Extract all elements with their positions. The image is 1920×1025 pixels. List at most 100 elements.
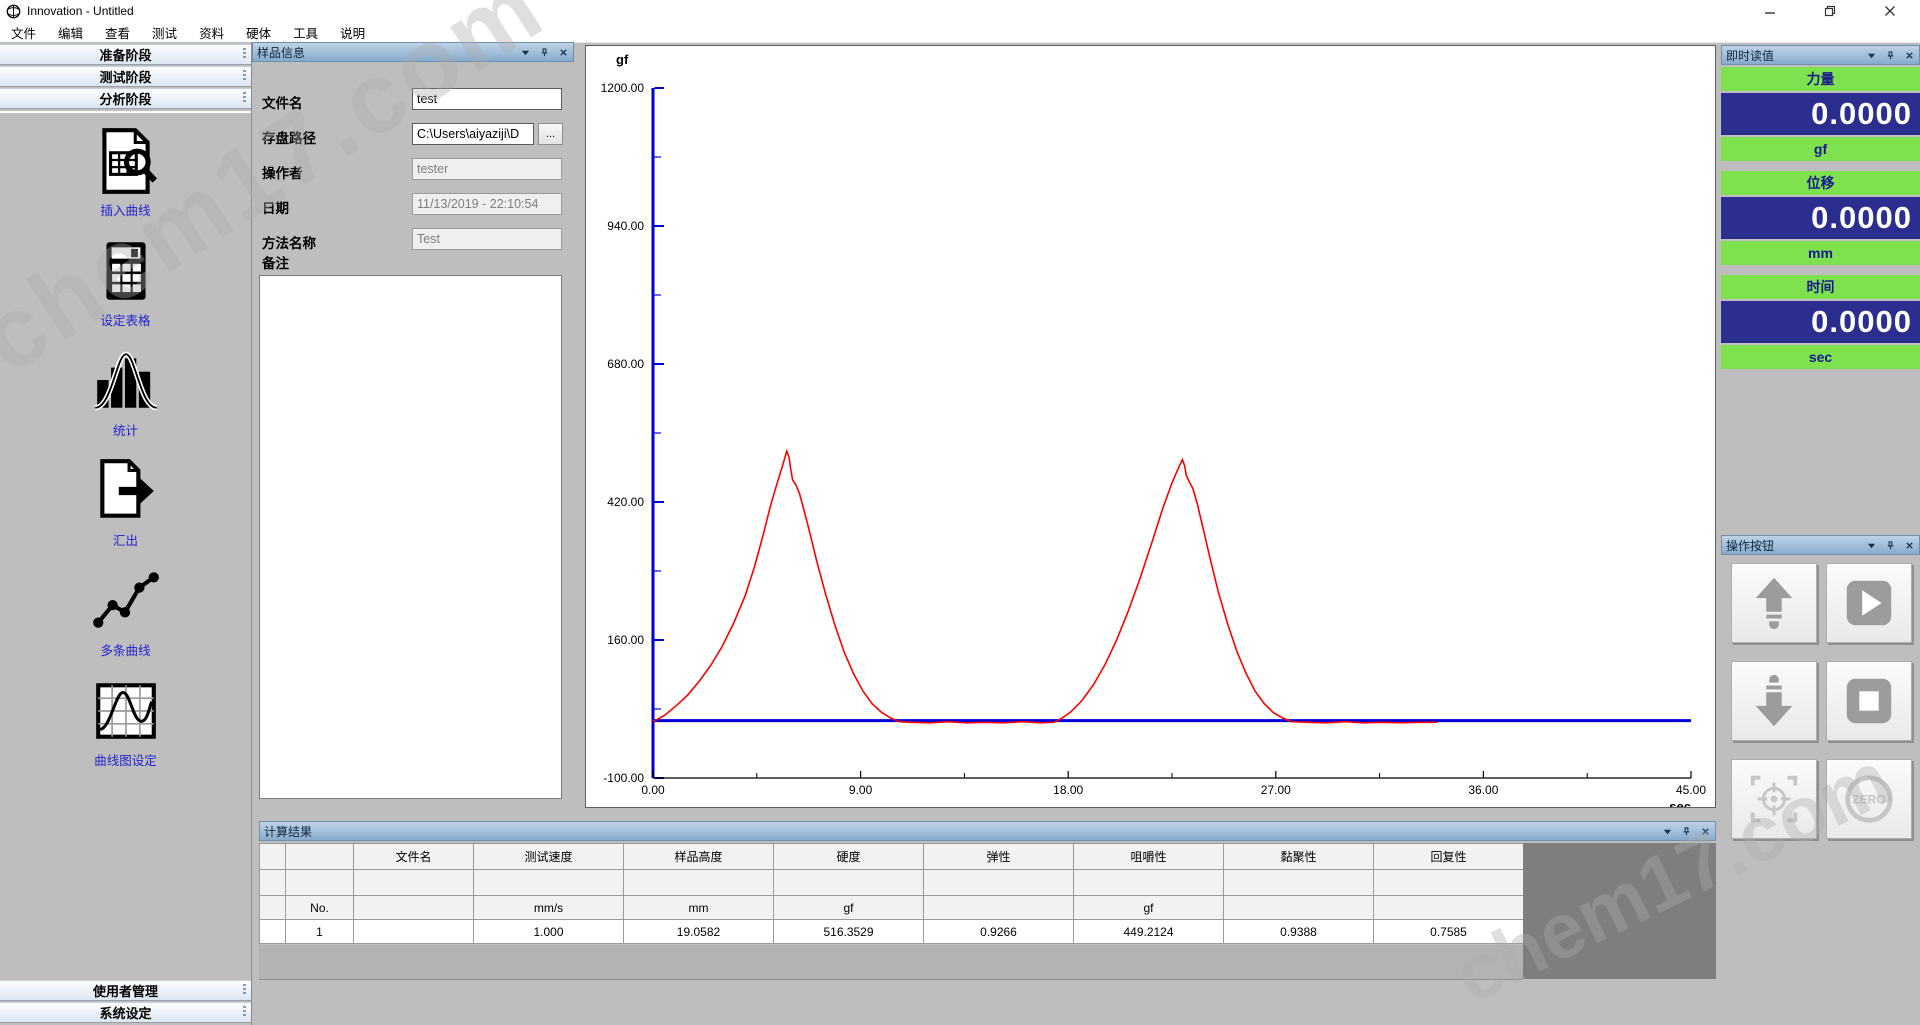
data-cell[interactable]: 1.000 bbox=[474, 920, 624, 944]
stage-button-使用者管理[interactable]: 使用者管理 bbox=[0, 980, 251, 1001]
x-tick-label: 27.00 bbox=[1261, 783, 1291, 797]
tool-set-table[interactable]: 设定表格 bbox=[0, 235, 251, 329]
pin-panel-button[interactable] bbox=[1884, 49, 1896, 61]
data-cell[interactable]: 449.2124 bbox=[1074, 920, 1224, 944]
menu-item-编辑[interactable]: 编辑 bbox=[47, 21, 94, 44]
close-panel-button[interactable] bbox=[557, 46, 569, 58]
dropdown-panel-button[interactable] bbox=[519, 46, 531, 58]
stage-label: 准备阶段 bbox=[99, 45, 151, 64]
tool-curve-settings[interactable]: 曲线图设定 bbox=[0, 675, 251, 769]
minimize-button[interactable] bbox=[1740, 0, 1800, 22]
close-panel-button[interactable] bbox=[1699, 825, 1711, 837]
reading-sec: 时间0.0000sec bbox=[1721, 275, 1920, 377]
stage-label: 测试阶段 bbox=[99, 67, 151, 86]
run-button[interactable] bbox=[1826, 563, 1912, 643]
browse-button[interactable]: ... bbox=[538, 123, 563, 145]
chart-svg: 1200.00940.00680.00420.00160.00-100.000.… bbox=[586, 46, 1715, 807]
result-cell bbox=[774, 870, 924, 896]
results-title: 计算结果 bbox=[264, 823, 1661, 840]
grip-dots-icon bbox=[243, 70, 246, 82]
menu-item-查看[interactable]: 查看 bbox=[94, 21, 141, 44]
menu-item-资料[interactable]: 资料 bbox=[188, 21, 235, 44]
field-row-4: 日期 bbox=[252, 193, 574, 217]
stage-buttons-bottom: 使用者管理系统设定 bbox=[0, 980, 251, 1024]
curve-settings-icon bbox=[90, 675, 162, 747]
app-icon bbox=[6, 4, 21, 19]
data-cell[interactable]: 19.0582 bbox=[624, 920, 774, 944]
tool-statistics[interactable]: 统计 bbox=[0, 345, 251, 439]
field-input-4[interactable] bbox=[412, 193, 562, 215]
notes-label: 备注 bbox=[262, 252, 289, 272]
readings-list: 力量0.0000gf位移0.0000mm时间0.0000sec bbox=[1721, 67, 1920, 377]
field-input-2[interactable] bbox=[412, 123, 534, 145]
restore-button[interactable] bbox=[1800, 0, 1860, 22]
menu-item-说明[interactable]: 说明 bbox=[329, 21, 376, 44]
data-cell[interactable]: 0.9388 bbox=[1224, 920, 1374, 944]
menu-item-测试[interactable]: 测试 bbox=[141, 21, 188, 44]
target-button[interactable] bbox=[1731, 759, 1817, 839]
jog-up-button[interactable] bbox=[1731, 563, 1817, 643]
field-input-5[interactable] bbox=[412, 228, 562, 250]
panel-header-buttons bbox=[1865, 49, 1915, 61]
stop-button[interactable] bbox=[1826, 661, 1912, 741]
x-axis-title: sec bbox=[1669, 799, 1691, 807]
actions-header: 操作按钮 bbox=[1721, 535, 1920, 555]
tool-label: 多条曲线 bbox=[0, 640, 251, 659]
stage-button-测试阶段[interactable]: 测试阶段 bbox=[0, 66, 251, 87]
unit-cell bbox=[924, 896, 1074, 920]
x-tick-label: 18.00 bbox=[1053, 783, 1083, 797]
tool-export[interactable]: 汇出 bbox=[0, 455, 251, 549]
pin-panel-button[interactable] bbox=[1680, 825, 1692, 837]
reading-unit: sec bbox=[1721, 345, 1920, 369]
stage-button-分析阶段[interactable]: 分析阶段 bbox=[0, 88, 251, 109]
data-cell[interactable]: 软糖_2 bbox=[354, 920, 474, 944]
y-tick-label: 420.00 bbox=[607, 495, 644, 509]
actions-title: 操作按钮 bbox=[1726, 537, 1865, 554]
multi-curve-icon bbox=[90, 565, 162, 637]
panel-header-buttons bbox=[1865, 539, 1915, 551]
stage-label: 使用者管理 bbox=[93, 981, 158, 1000]
dropdown-panel-button[interactable] bbox=[1865, 49, 1877, 61]
y-tick-label: -100.00 bbox=[603, 771, 644, 785]
x-tick-label: 45.00 bbox=[1676, 783, 1706, 797]
stage-button-准备阶段[interactable]: 准备阶段 bbox=[0, 44, 251, 65]
sample-info-header: 样品信息 bbox=[252, 42, 574, 62]
close-panel-button[interactable] bbox=[1903, 539, 1915, 551]
dropdown-panel-button[interactable] bbox=[1865, 539, 1877, 551]
close-button[interactable] bbox=[1860, 0, 1920, 22]
stage-button-系统设定[interactable]: 系统设定 bbox=[0, 1002, 251, 1023]
data-cell[interactable]: 0.7585 bbox=[1374, 920, 1524, 944]
field-input-3[interactable] bbox=[412, 158, 562, 180]
row-number: 1 bbox=[286, 920, 354, 944]
field-input-1[interactable] bbox=[412, 88, 562, 110]
menu-item-硬体[interactable]: 硬体 bbox=[235, 21, 282, 44]
zero-button[interactable]: ZERO bbox=[1826, 759, 1912, 839]
reading-value: 0.0000 bbox=[1721, 197, 1920, 239]
tool-label: 设定表格 bbox=[0, 310, 251, 329]
results-body: 文件名测试速度样品高度硬度弹性咀嚼性黏聚性回复性No.mm/smmgfgf1软糖… bbox=[259, 843, 1716, 1025]
dropdown-panel-button[interactable] bbox=[1661, 825, 1673, 837]
pin-panel-button[interactable] bbox=[538, 46, 550, 58]
result-cell bbox=[1374, 870, 1524, 896]
field-row-1: 文件名 bbox=[252, 88, 574, 112]
svg-text:ZERO: ZERO bbox=[1852, 792, 1886, 806]
table-row[interactable]: 1软糖_21.00019.0582516.35290.9266449.21240… bbox=[260, 920, 1524, 944]
menu-item-文件[interactable]: 文件 bbox=[0, 21, 47, 44]
pin-panel-button[interactable] bbox=[1884, 539, 1896, 551]
reading-label: 位移 bbox=[1721, 171, 1920, 195]
data-cell[interactable]: 516.3529 bbox=[774, 920, 924, 944]
field-label: 日期 bbox=[262, 197, 289, 217]
result-cell bbox=[1074, 870, 1224, 896]
data-cell[interactable]: 0.9266 bbox=[924, 920, 1074, 944]
insert-curve-icon bbox=[90, 125, 162, 197]
reading-unit: mm bbox=[1721, 241, 1920, 265]
unit-cell: mm/s bbox=[474, 896, 624, 920]
tool-label: 统计 bbox=[0, 420, 251, 439]
menu-item-工具[interactable]: 工具 bbox=[282, 21, 329, 44]
close-panel-button[interactable] bbox=[1903, 49, 1915, 61]
tool-insert-curve[interactable]: 插入曲线 bbox=[0, 125, 251, 219]
notes-textarea[interactable] bbox=[259, 275, 562, 799]
tool-multi-curve[interactable]: 多条曲线 bbox=[0, 565, 251, 659]
jog-up-icon bbox=[1745, 574, 1803, 632]
jog-down-button[interactable] bbox=[1731, 661, 1817, 741]
